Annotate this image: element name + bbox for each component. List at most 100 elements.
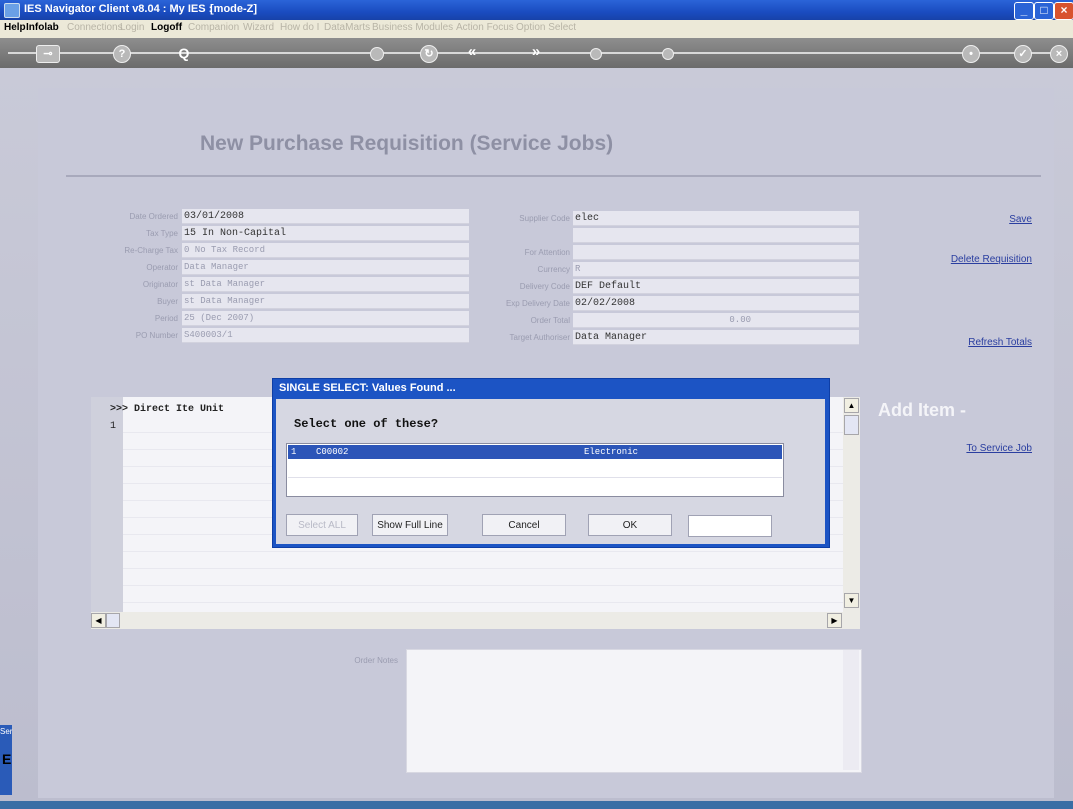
side-tab[interactable]: Ser E <box>0 725 12 795</box>
list-item[interactable] <box>288 460 782 478</box>
table-row[interactable] <box>123 568 843 586</box>
side-tab-letter: E <box>2 751 12 767</box>
grid-horizontal-scrollbar[interactable]: ◀ ▶ <box>91 612 843 629</box>
buyer-field[interactable]: st Data Manager <box>182 294 469 309</box>
key-icon[interactable]: ⊸ <box>36 45 60 63</box>
ok-button[interactable]: OK <box>588 514 672 536</box>
dialog-title: SINGLE SELECT: Values Found ... <box>279 382 456 394</box>
grid-column-header: >>> Direct Ite Unit <box>110 404 225 415</box>
label-operator: Operator <box>146 263 178 272</box>
end-icon[interactable] <box>662 48 674 60</box>
heart-icon[interactable] <box>370 47 384 61</box>
originator-field[interactable]: st Data Manager <box>182 277 469 292</box>
menu-datamarts[interactable]: DataMarts <box>324 22 370 33</box>
to-service-job-link[interactable]: To Service Job <box>920 443 1032 454</box>
table-row[interactable] <box>123 551 843 569</box>
menu-wizard[interactable]: Wizard <box>243 22 274 33</box>
step-icon[interactable] <box>590 48 602 60</box>
title-divider <box>66 175 1041 177</box>
delivery-code-field[interactable]: DEF Default <box>573 279 859 294</box>
search-icon[interactable]: Q <box>176 45 192 61</box>
options-icon[interactable]: • <box>962 45 980 63</box>
period-field[interactable]: 25 (Dec 2007) <box>182 311 469 326</box>
menu-login[interactable]: Login <box>120 22 144 33</box>
select-all-button: Select ALL <box>286 514 358 536</box>
label-po-number: PO Number <box>135 331 178 340</box>
target-authoriser-field[interactable]: Data Manager <box>573 330 859 345</box>
window-title: IES Navigator Client v8.04 : My IES : <box>24 3 213 15</box>
notes-scrollbar[interactable] <box>843 650 859 770</box>
maximize-icon[interactable]: □ <box>1034 2 1054 20</box>
list-item-index: 1 <box>291 447 297 457</box>
show-full-line-button[interactable]: Show Full Line <box>372 514 448 536</box>
scroll-thumb[interactable] <box>844 415 859 435</box>
back-icon[interactable]: « <box>464 44 480 61</box>
cancel-button[interactable]: Cancel <box>482 514 566 536</box>
scroll-up-icon[interactable]: ▲ <box>844 398 859 413</box>
label-delivery-code: Delivery Code <box>519 282 570 291</box>
label-supplier-code: Supplier Code <box>519 214 570 223</box>
grid-vertical-scrollbar[interactable]: ▲ ▼ <box>843 397 860 629</box>
recharge-tax-field[interactable]: 0 No Tax Record <box>182 243 469 258</box>
label-order-total: Order Total <box>530 316 570 325</box>
help-icon[interactable]: ? <box>113 45 131 63</box>
menu-option-select[interactable]: Option Select <box>516 22 576 33</box>
menu-companion[interactable]: Companion <box>188 22 239 33</box>
side-tab-label: Ser <box>0 727 13 736</box>
supplier-code-field[interactable]: elec <box>573 211 859 226</box>
delete-requisition-link[interactable]: Delete Requisition <box>900 254 1032 265</box>
dialog-search-input[interactable] <box>688 515 772 537</box>
scroll-left-icon[interactable]: ◀ <box>91 613 106 628</box>
tax-type-field[interactable]: 15 In Non-Capital <box>182 226 469 241</box>
list-item-code: C00002 <box>316 447 349 457</box>
save-link[interactable]: Save <box>960 214 1032 225</box>
scroll-right-icon[interactable]: ▶ <box>827 613 842 628</box>
table-row[interactable] <box>123 585 843 603</box>
exp-delivery-date-field[interactable]: 02/02/2008 <box>573 296 859 311</box>
forward-icon[interactable]: » <box>528 44 544 61</box>
page-title: New Purchase Requisition (Service Jobs) <box>200 132 614 155</box>
po-number-field[interactable]: S400003/1 <box>182 328 469 343</box>
list-item[interactable]: 1 C00002 Electronic <box>288 445 782 459</box>
label-buyer: Buyer <box>157 297 178 306</box>
toolbar: ⊸ ? Q ↻ « » • ✓ × <box>0 38 1073 69</box>
menu-logoff[interactable]: Logoff <box>151 22 182 33</box>
label-period: Period <box>154 314 178 323</box>
label-exp-delivery-date: Exp Delivery Date <box>505 299 570 308</box>
label-order-notes: Order Notes <box>354 656 398 665</box>
refresh-totals-link[interactable]: Refresh Totals <box>920 337 1032 348</box>
supplier-name-field[interactable] <box>573 228 859 243</box>
date-ordered-field[interactable]: 03/01/2008 <box>182 209 469 224</box>
menu-connections[interactable]: Connections <box>67 22 123 33</box>
close-window-icon[interactable]: × <box>1054 2 1073 20</box>
hscroll-thumb[interactable] <box>106 613 120 628</box>
label-currency: Currency <box>537 265 570 274</box>
grid-row-number: 1 <box>110 421 117 432</box>
menu-infolab[interactable]: Infolab <box>26 22 59 33</box>
label-for-attention: For Attention <box>524 248 570 257</box>
confirm-icon[interactable]: ✓ <box>1014 45 1032 63</box>
order-total-field: 0.00 <box>573 313 859 328</box>
status-bar <box>0 801 1073 809</box>
currency-field[interactable]: R <box>573 262 859 277</box>
menu-help[interactable]: Help <box>4 22 26 33</box>
title-bar: IES Navigator Client v8.04 : My IES : [m… <box>0 0 1073 20</box>
label-target-authoriser: Target Authoriser <box>509 333 570 342</box>
grid-row-header <box>91 397 123 629</box>
for-attention-field[interactable] <box>573 245 859 260</box>
label-recharge-tax: Re-Charge Tax <box>124 246 178 255</box>
menu-action-focus[interactable]: Action Focus <box>456 22 514 33</box>
window-mode: [mode-Z] <box>210 3 258 15</box>
menu-business-modules[interactable]: Business Modules <box>372 22 453 33</box>
scroll-down-icon[interactable]: ▼ <box>844 593 859 608</box>
refresh-icon[interactable]: ↻ <box>420 45 438 63</box>
menu-bar: Help Infolab Connections Login Logoff Co… <box>0 20 1073 38</box>
minimize-icon[interactable]: _ <box>1014 2 1034 20</box>
add-item-heading: Add Item - <box>878 400 966 420</box>
close-icon[interactable]: × <box>1050 45 1068 63</box>
order-notes-textarea[interactable] <box>406 649 862 773</box>
dialog-values-list[interactable]: 1 C00002 Electronic <box>286 443 784 497</box>
label-tax-type: Tax Type <box>146 229 178 238</box>
operator-field[interactable]: Data Manager <box>182 260 469 275</box>
menu-how-do-i[interactable]: How do I <box>280 22 319 33</box>
